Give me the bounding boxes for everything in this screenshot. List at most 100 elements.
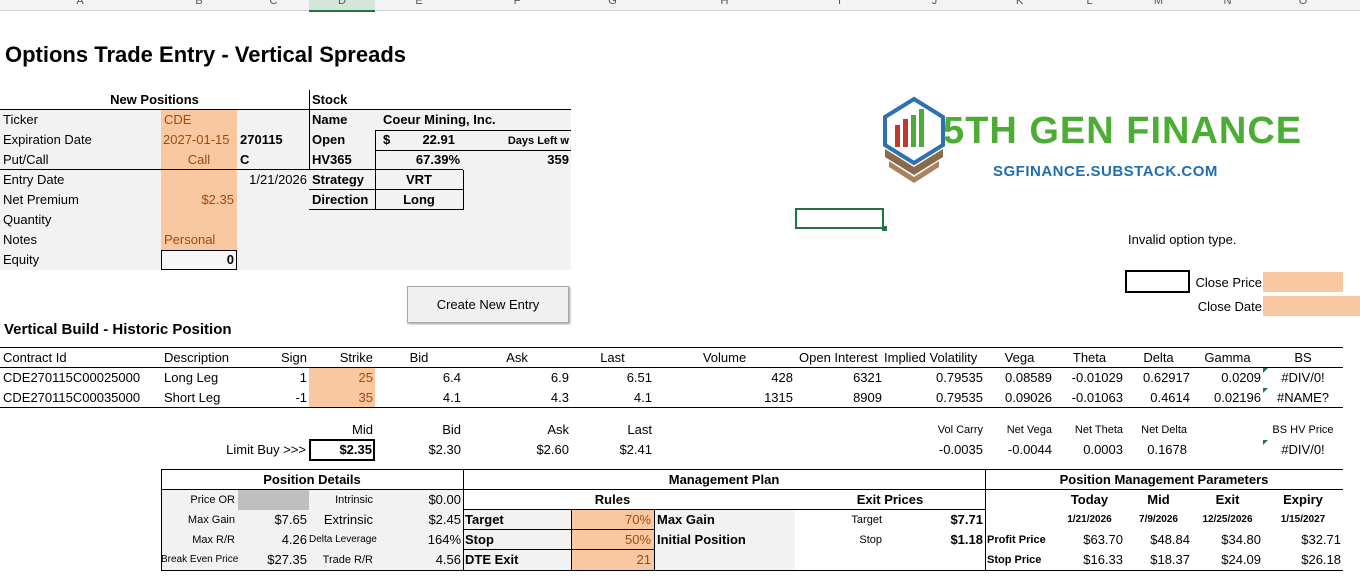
premium-input[interactable]: $2.35 bbox=[161, 190, 234, 210]
notes-label: Notes bbox=[3, 232, 37, 247]
dte-exit-label: DTE Exit bbox=[465, 552, 519, 567]
pmp-col-today: Today bbox=[1070, 492, 1109, 507]
col-header-k[interactable]: K bbox=[985, 0, 1054, 10]
leg2-strike[interactable]: 35 bbox=[309, 388, 373, 408]
close-date-label: Close Date bbox=[1197, 299, 1262, 314]
leg2-contract: CDE270115C00035000 bbox=[3, 390, 141, 405]
close-date-input[interactable] bbox=[1263, 296, 1360, 316]
pmp-col-mid: Mid bbox=[1147, 492, 1170, 507]
trade-rr-label: Trade R/R bbox=[322, 554, 373, 566]
stop-pct-input[interactable]: 50% bbox=[571, 530, 651, 550]
limit-ask: $2.60 bbox=[536, 442, 569, 457]
limit-last: $2.41 bbox=[619, 442, 652, 457]
leg-header-bs: BS bbox=[1294, 350, 1312, 365]
putcall-label: Put/Call bbox=[3, 152, 49, 167]
leg1-last: 6.51 bbox=[626, 370, 652, 385]
price-or-input[interactable] bbox=[238, 490, 309, 510]
ticker-input[interactable]: CDE bbox=[164, 110, 191, 130]
pmp-col-expiry: Expiry bbox=[1283, 492, 1323, 507]
max-rr-label: Max R/R bbox=[192, 534, 235, 546]
limit-buy-label: Limit Buy >>> bbox=[226, 442, 306, 457]
open-price: 22.91 bbox=[422, 132, 455, 147]
max-gain-rule-label: Max Gain bbox=[657, 512, 715, 527]
pmp-date-today: 1/21/2026 bbox=[1067, 514, 1112, 525]
close-price-input-box[interactable] bbox=[1125, 270, 1190, 293]
col-header-n[interactable]: N bbox=[1192, 0, 1263, 10]
leg2-vega: 0.09026 bbox=[1005, 390, 1052, 405]
limit-netdelta: 0.1678 bbox=[1147, 442, 1187, 457]
target-pct-input[interactable]: 70% bbox=[571, 510, 651, 530]
premium-label: Net Premium bbox=[3, 192, 79, 207]
equity-label: Equity bbox=[3, 252, 40, 267]
expiration-input[interactable]: 2027-01-15 bbox=[163, 130, 230, 150]
hv365-value: 67.39% bbox=[415, 152, 460, 167]
management-plan-header: Management Plan bbox=[668, 472, 780, 487]
col-header-m[interactable]: M bbox=[1125, 0, 1192, 10]
leg2-delta: 0.4614 bbox=[1150, 390, 1190, 405]
leg1-strike[interactable]: 25 bbox=[309, 368, 373, 388]
col-header-e[interactable]: E bbox=[375, 0, 463, 10]
leg-header-oi: Open Interest bbox=[799, 350, 878, 365]
break-even-label: Break Even Price bbox=[161, 554, 239, 565]
page-title: Options Trade Entry - Vertical Spreads bbox=[5, 42, 407, 67]
position-details-header: Position Details bbox=[263, 472, 361, 487]
col-header-f[interactable]: F bbox=[463, 0, 571, 10]
limit-nettheta: 0.0003 bbox=[1083, 442, 1123, 457]
intrinsic-value: $0.00 bbox=[428, 492, 461, 507]
intrinsic-label: Intrinsic bbox=[335, 494, 373, 506]
active-cell-selection[interactable] bbox=[795, 208, 884, 229]
pmp-col-exit: Exit bbox=[1215, 492, 1240, 507]
profit-price-label: Profit Price bbox=[987, 534, 1046, 546]
max-gain-value: $7.65 bbox=[274, 512, 307, 527]
leg1-description: Long Leg bbox=[164, 370, 219, 385]
price-or-label: Price OR bbox=[190, 494, 235, 506]
col-header-g[interactable]: G bbox=[571, 0, 654, 10]
dte-exit-input[interactable]: 21 bbox=[571, 550, 651, 570]
logo: 5TH GEN FINANCE SGFINANCE.SUBSTACK.COM bbox=[873, 95, 1323, 191]
col-header-d[interactable]: D bbox=[309, 0, 375, 10]
col-header-b[interactable]: B bbox=[160, 0, 238, 10]
logo-house-icon bbox=[883, 96, 945, 183]
col-header-j[interactable]: J bbox=[884, 0, 985, 10]
leg-header-contract: Contract Id bbox=[3, 350, 67, 365]
entry-date: 1/21/2026 bbox=[249, 172, 307, 187]
limit-header-netvega: Net Vega bbox=[1006, 424, 1052, 436]
col-header-h[interactable]: H bbox=[654, 0, 795, 10]
limit-netvega: -0.0044 bbox=[1007, 442, 1052, 457]
putcall-input[interactable]: Call bbox=[161, 150, 237, 170]
limit-header-ask: Ask bbox=[547, 422, 569, 437]
stop-price-exit: $24.09 bbox=[1221, 552, 1261, 567]
col-header-i[interactable]: I bbox=[795, 0, 884, 10]
stock-header: Stock bbox=[312, 92, 348, 107]
leg-header-strike: Strike bbox=[339, 350, 373, 365]
leg1-gamma: 0.0209 bbox=[1221, 370, 1261, 385]
limit-header-last: Last bbox=[627, 422, 652, 437]
leg2-volume: 1315 bbox=[764, 390, 793, 405]
open-label: Open bbox=[312, 132, 346, 147]
leg1-oi: 6321 bbox=[853, 370, 882, 385]
col-header-l[interactable]: L bbox=[1054, 0, 1125, 10]
new-positions-header: New Positions bbox=[110, 92, 199, 107]
hv365-label: HV365 bbox=[312, 152, 352, 167]
leg-header-theta: Theta bbox=[1072, 350, 1107, 365]
close-price-input[interactable] bbox=[1263, 272, 1343, 292]
stop-exit-value: $1.18 bbox=[950, 532, 983, 547]
col-header-c[interactable]: C bbox=[238, 0, 309, 10]
col-header-a[interactable]: A bbox=[0, 0, 160, 10]
break-even-value: $27.35 bbox=[267, 552, 307, 567]
leg2-bid: 4.1 bbox=[442, 390, 461, 405]
notes-input[interactable]: Personal bbox=[164, 230, 215, 250]
leg1-iv: 0.79535 bbox=[936, 370, 983, 385]
target-label: Target bbox=[465, 512, 504, 527]
col-header-o[interactable]: O bbox=[1263, 0, 1343, 10]
limit-header-bid: Bid bbox=[442, 422, 461, 437]
leg2-description: Short Leg bbox=[164, 390, 221, 405]
leg-header-ask: Ask bbox=[506, 350, 528, 365]
strategy-value: VRT bbox=[406, 172, 432, 187]
pmp-date-exit: 12/25/2026 bbox=[1202, 514, 1253, 525]
expiration-code: 270115 bbox=[240, 132, 283, 147]
fill-handle[interactable] bbox=[882, 226, 887, 231]
leg2-sign: -1 bbox=[295, 390, 307, 405]
delta-leverage-label: Delta Leverage bbox=[309, 534, 377, 545]
create-new-entry-button[interactable]: Create New Entry bbox=[407, 286, 569, 323]
